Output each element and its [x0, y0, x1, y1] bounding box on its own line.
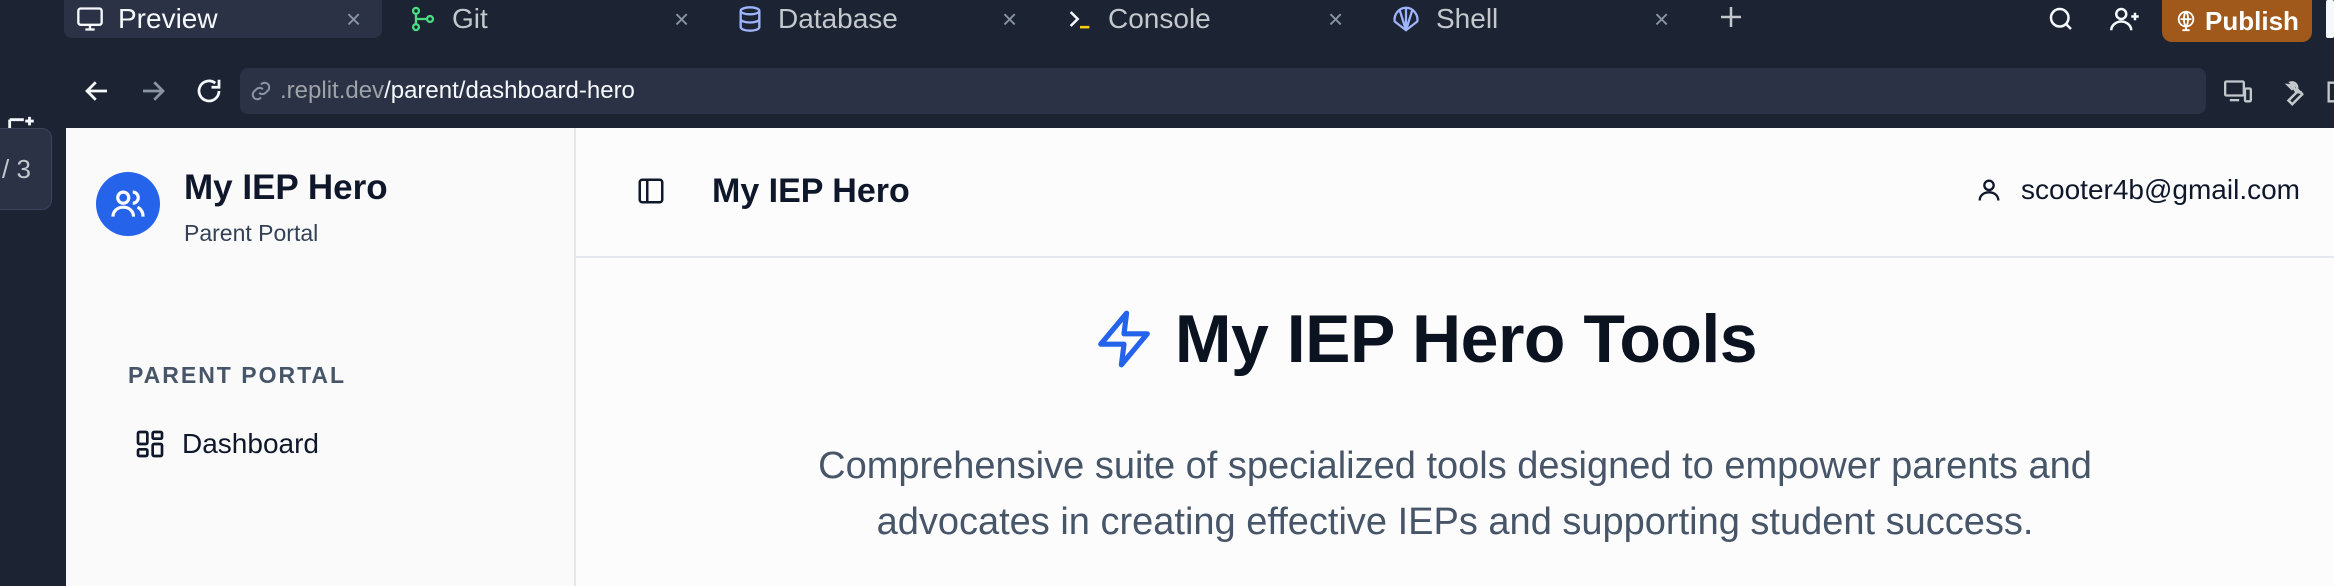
add-tab-icon[interactable]	[1716, 2, 1746, 32]
publish-button[interactable]: Publish	[2162, 0, 2312, 42]
close-icon[interactable]: ×	[1654, 6, 1669, 32]
git-branch-icon	[408, 5, 438, 33]
ide-tab-bar: Preview × Git × Database × Console × She…	[0, 0, 2334, 42]
tab-console[interactable]: Console ×	[1054, 0, 1372, 38]
hero-title: My IEP Hero Tools	[1174, 301, 1758, 377]
header-title: My IEP Hero	[712, 172, 910, 210]
close-icon[interactable]: ×	[1002, 6, 1017, 32]
tab-git[interactable]: Git ×	[396, 0, 714, 38]
publish-icon	[2175, 10, 2197, 32]
tab-label: Preview	[118, 3, 218, 34]
sidebar-toggle-icon[interactable]	[636, 176, 666, 206]
back-arrow-icon[interactable]	[82, 76, 112, 106]
app-sidebar: My IEP Hero Parent Portal PARENT PORTAL …	[66, 128, 576, 586]
close-icon[interactable]: ×	[1328, 6, 1343, 32]
devtools-wrench-icon[interactable]	[2276, 78, 2306, 108]
tab-shell[interactable]: Shell ×	[1378, 0, 1696, 38]
reload-icon[interactable]	[194, 76, 224, 106]
page-indicator-text: / 3	[2, 153, 31, 184]
left-rail	[0, 38, 64, 586]
tab-label: Database	[778, 3, 898, 34]
tab-label: Console	[1108, 3, 1211, 34]
terminal-icon	[1066, 5, 1094, 33]
dashboard-grid-icon	[134, 428, 166, 460]
forward-arrow-icon[interactable]	[138, 76, 168, 106]
lightning-bolt-icon	[1093, 308, 1155, 370]
link-icon	[250, 80, 272, 102]
publish-label: Publish	[2205, 5, 2299, 36]
sidebar-item-dashboard[interactable]: Dashboard	[126, 418, 546, 470]
user-email: scooter4b@gmail.com	[2021, 174, 2300, 205]
tab-label: Git	[452, 3, 488, 34]
user-icon	[1975, 175, 2003, 205]
address-bar[interactable]: .replit.dev/parent/dashboard-hero	[240, 68, 2206, 114]
tab-database[interactable]: Database ×	[724, 0, 1042, 38]
users-logo-icon	[96, 172, 160, 236]
tab-preview[interactable]: Preview ×	[64, 0, 382, 38]
user-account[interactable]: scooter4b@gmail.com	[1975, 174, 2300, 206]
brand-subtitle: Parent Portal	[184, 220, 319, 246]
device-preview-icon[interactable]	[2222, 78, 2254, 106]
window-edge	[2326, 0, 2334, 38]
main-content: My IEP Hero Tools Comprehensive suite of…	[576, 258, 2334, 586]
monitor-icon	[76, 5, 104, 33]
search-icon[interactable]	[2046, 0, 2076, 38]
sidebar-section-label: PARENT PORTAL	[128, 362, 347, 388]
sidebar-item-label: Dashboard	[182, 428, 319, 459]
url-domain: .replit.dev	[280, 77, 385, 104]
hero-title-row: My IEP Hero Tools	[576, 300, 2334, 378]
preview-viewport: My IEP Hero Parent Portal PARENT PORTAL …	[66, 128, 2334, 586]
hero-description: Comprehensive suite of specialized tools…	[818, 445, 2092, 543]
shell-icon	[1390, 4, 1422, 34]
invite-user-icon[interactable]	[2108, 0, 2142, 38]
page-indicator[interactable]: / 3	[0, 128, 52, 210]
close-icon[interactable]: ×	[674, 6, 689, 32]
brand-title: My IEP Hero	[184, 168, 388, 207]
close-icon[interactable]: ×	[346, 6, 361, 32]
url-path: /parent/dashboard-hero	[384, 77, 635, 104]
main-header: My IEP Hero scooter4b@gmail.com	[576, 128, 2334, 258]
tab-label: Shell	[1436, 3, 1499, 34]
database-icon	[736, 4, 764, 34]
new-window-icon[interactable]	[2326, 78, 2334, 106]
browser-address-row: .replit.dev/parent/dashboard-hero	[64, 56, 2334, 128]
